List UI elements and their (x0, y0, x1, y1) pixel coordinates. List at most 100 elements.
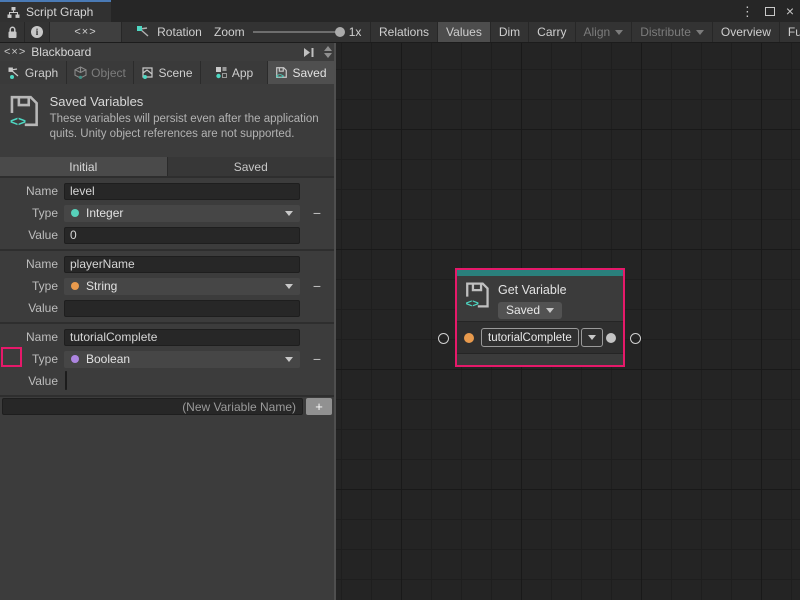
variable-dropdown-button[interactable] (581, 328, 603, 347)
values-button[interactable]: Values (437, 22, 490, 42)
node-title: Get Variable (498, 283, 567, 297)
tab-object[interactable]: Object (67, 61, 133, 84)
dim-button[interactable]: Dim (490, 22, 528, 42)
type-label: Type (0, 279, 62, 293)
new-variable-input[interactable] (2, 398, 303, 415)
variable-name-input[interactable] (64, 183, 300, 200)
remove-variable-button[interactable]: − (300, 278, 334, 294)
tab-app[interactable]: App (201, 61, 267, 84)
subtab-initial[interactable]: Initial (0, 157, 167, 176)
type-label: Type (0, 206, 62, 220)
add-variable-button[interactable]: + (306, 398, 332, 415)
name-label: Name (0, 257, 62, 271)
chevron-up-icon (324, 46, 332, 51)
name-label: Name (0, 184, 62, 198)
variable-group-tutorialcomplete: Name Type Boolean − Value (0, 324, 334, 397)
chevron-down-icon (615, 30, 623, 35)
zoom-slider-handle[interactable] (335, 27, 345, 37)
info-title: Saved Variables (50, 94, 326, 109)
zoom-label: Zoom (214, 25, 245, 39)
window-title: Script Graph (26, 5, 93, 19)
floppy-disk-icon: <> (8, 94, 40, 128)
app-tab-icon (215, 66, 228, 79)
variable-name-input[interactable] (64, 256, 300, 273)
graph-toolbar: i <×> Rotation Zoom 1x Relations Values … (0, 22, 800, 43)
variable-group-playername: Name Type String − Value (0, 251, 334, 324)
scene-tab-icon (141, 66, 154, 79)
variable-name-input[interactable] (64, 329, 300, 346)
value-label: Value (0, 301, 62, 315)
overview-button[interactable]: Overview (712, 22, 779, 42)
rotation-label: Rotation (157, 25, 202, 39)
chevron-down-icon (285, 357, 293, 362)
type-dropdown[interactable]: Integer (64, 205, 300, 222)
variable-name-field[interactable]: tutorialComplete (481, 328, 579, 347)
maximize-icon[interactable] (765, 7, 775, 16)
blackboard-panel: <×> Blackboard Graph Object (0, 43, 336, 600)
type-color-dot (71, 209, 79, 217)
input-connection-port[interactable] (438, 333, 449, 344)
lock-button[interactable] (0, 22, 25, 42)
zoom-slider[interactable] (253, 31, 341, 33)
relations-button[interactable]: Relations (370, 22, 437, 42)
tab-saved[interactable]: <> Saved (268, 61, 334, 84)
variable-value-input[interactable] (64, 227, 300, 244)
value-mode-subtabs: Initial Saved (0, 157, 334, 178)
object-tab-icon (74, 66, 87, 79)
saved-tab-icon: <> (275, 66, 288, 79)
info-description: These variables will persist even after … (50, 112, 326, 142)
tab-graph[interactable]: Graph (0, 61, 66, 84)
script-graph-icon (7, 6, 20, 19)
variable-input-port[interactable] (464, 333, 474, 343)
type-dropdown[interactable]: Boolean (64, 351, 300, 368)
type-label: Type (0, 352, 62, 366)
zoom-control: Zoom 1x (214, 22, 361, 42)
window-menu-icon[interactable]: ⋮ (741, 5, 754, 18)
node-body: tutorialComplete (457, 321, 623, 353)
code-view-button[interactable]: <×> (50, 22, 122, 42)
variable-value-input[interactable] (64, 300, 300, 317)
chevron-down-icon (324, 53, 332, 58)
remove-variable-button[interactable]: − (300, 205, 334, 221)
tab-scene[interactable]: Scene (134, 61, 200, 84)
chevron-down-icon (285, 211, 293, 216)
full-screen-button[interactable]: Full Screen (779, 22, 800, 42)
type-color-dot (71, 282, 79, 290)
panel-scroll-arrows[interactable] (324, 46, 332, 58)
align-dropdown[interactable]: Align (575, 22, 632, 42)
node-header[interactable]: <> Get Variable Saved (457, 276, 623, 321)
subtab-saved[interactable]: Saved (168, 157, 335, 176)
scope-dropdown[interactable]: Saved (498, 302, 562, 319)
get-variable-node[interactable]: <> Get Variable Saved tutorialComplete (455, 268, 625, 367)
dock-panel-icon[interactable] (303, 47, 315, 58)
lock-icon (7, 26, 18, 39)
floppy-disk-icon: <> (464, 280, 490, 310)
distribute-dropdown[interactable]: Distribute (631, 22, 712, 42)
type-dropdown[interactable]: String (64, 278, 300, 295)
rotation-icon (136, 25, 151, 39)
info-icon: i (31, 26, 43, 38)
output-connection-port[interactable] (630, 333, 641, 344)
svg-text:<>: <> (10, 113, 26, 128)
title-bar: Script Graph ⋮ × (0, 0, 800, 22)
type-color-dot (71, 355, 79, 363)
zoom-value: 1x (349, 25, 362, 39)
svg-text:<>: <> (466, 298, 480, 310)
value-output-port[interactable] (606, 333, 616, 343)
blackboard-title: Blackboard (31, 45, 298, 59)
value-checkbox[interactable] (65, 371, 67, 390)
info-button[interactable]: i (25, 22, 50, 42)
window-tab-script-graph[interactable]: Script Graph (0, 0, 111, 22)
rotation-button[interactable]: Rotation (126, 22, 212, 42)
close-icon[interactable]: × (786, 4, 794, 18)
variable-group-level: Name Type Integer − Value (0, 178, 334, 251)
new-variable-row: + (0, 397, 334, 416)
graph-canvas[interactable]: <> Get Variable Saved tutorialComplete (336, 43, 800, 600)
chevron-down-icon (696, 30, 704, 35)
remove-variable-button[interactable]: − (300, 351, 334, 367)
code-icon: <×> (4, 46, 26, 58)
graph-tab-icon (8, 67, 21, 79)
chevron-down-icon (285, 284, 293, 289)
carry-button[interactable]: Carry (528, 22, 574, 42)
name-label: Name (0, 330, 62, 344)
